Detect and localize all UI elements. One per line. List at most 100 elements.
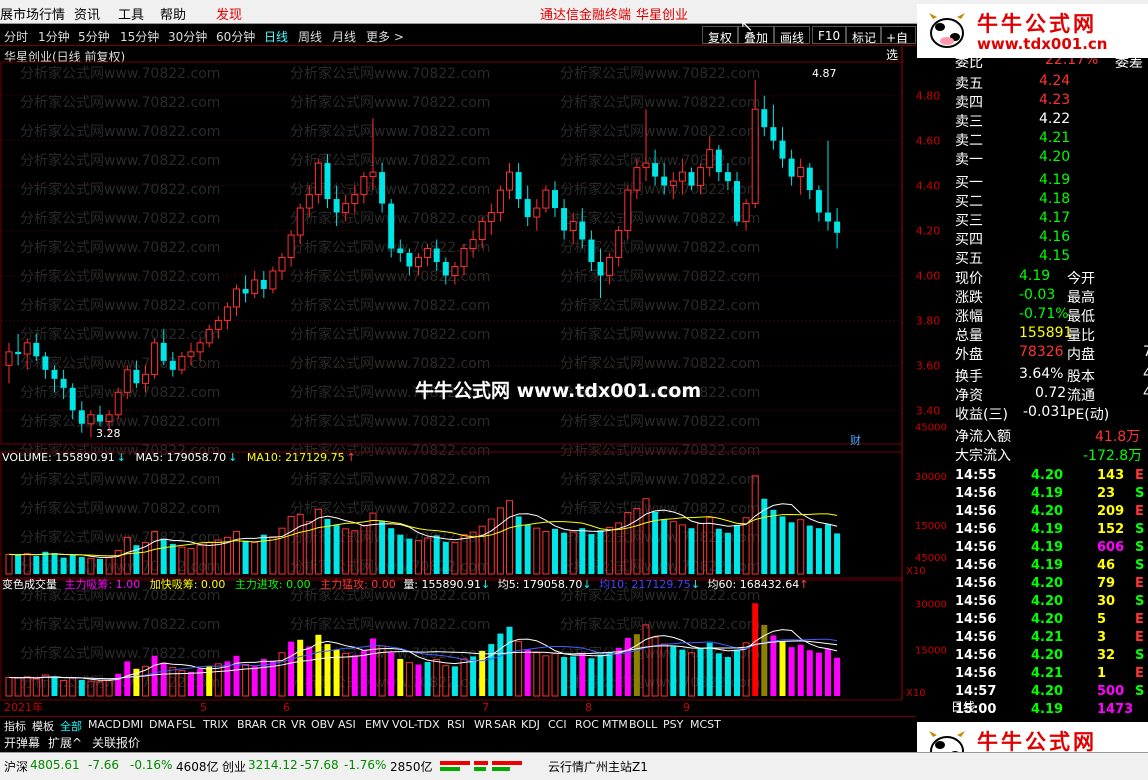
volume-bar-down (169, 543, 176, 574)
indicator-tab-fsl[interactable]: FSL (176, 718, 195, 731)
indicator-tab-macd[interactable]: MACD (88, 718, 121, 731)
candle-up (205, 328, 213, 344)
watermark-text: 分析家公式网www.70822.com (560, 500, 760, 517)
watermark-text: 分析家公式网www.70822.com (20, 94, 220, 111)
volume-bar-down (15, 555, 22, 574)
candle-down (333, 199, 340, 213)
indicator-bar (715, 653, 722, 696)
candle-up (742, 203, 750, 223)
watermark-text: 分析家公式网www.70822.com (560, 471, 760, 488)
indicator-tab-wr[interactable]: WR (474, 718, 493, 731)
watermark-text: 分析家公式网www.70822.com (290, 471, 490, 488)
cai-label[interactable]: 财 (850, 433, 861, 447)
extra-tab-bar: 开弹幕 扩展^ 关联报价 (0, 733, 916, 750)
candle-up (269, 270, 277, 290)
indicator-bar (606, 652, 613, 696)
indicator-bar (397, 658, 404, 696)
volume-bar-down (406, 538, 413, 574)
indicator-tab-cr[interactable]: CR (271, 718, 286, 731)
candle-up (233, 288, 240, 308)
volume-axis-label: X10 (906, 566, 926, 577)
indicator-bar (151, 655, 158, 696)
indicator-bar (570, 656, 577, 696)
low-price-label: 3.28 (96, 427, 121, 440)
candle-up (615, 230, 623, 258)
volume-bar-down (825, 524, 831, 574)
indicator-bar (624, 637, 631, 696)
indicator-bar (697, 648, 704, 696)
candle-up (506, 171, 513, 191)
indicator-tab-sar[interactable]: SAR (494, 718, 516, 731)
indicator-bar (488, 644, 495, 696)
indicator-tab-rsi[interactable]: RSI (447, 718, 465, 731)
indicator-tab-vol-tdx[interactable]: VOL-TDX (392, 718, 440, 731)
volume-axis-label: 15000 (915, 521, 947, 532)
volume-bar-down (715, 528, 722, 574)
cow-icon (929, 13, 965, 48)
indicator-bar (588, 658, 595, 696)
indicator-tab-kdj[interactable]: KDJ (521, 718, 540, 731)
kline-chart[interactable]: 分析家公式网www.70822.com 分析家公式网www.70822.com 分析… (0, 0, 951, 716)
price-axis-label: 4.00 (916, 269, 941, 282)
tick-row: 14:57 4.20 500 S (955, 684, 1145, 699)
candle-down (815, 190, 822, 213)
tick-row: 14:56 4.20 5 E (955, 612, 1144, 627)
indicator-tab-dma[interactable]: DMA (149, 718, 175, 731)
danmaku-button[interactable]: 开弹幕 (4, 734, 40, 751)
volume-bar-down (160, 538, 167, 574)
tick-row: 14:56 4.19 606 S (955, 540, 1145, 555)
volume-bar-down (333, 524, 340, 574)
volume-bar-down (724, 532, 731, 574)
watermark-text: 分析家公式网www.70822.com (290, 326, 490, 343)
watermark-text: 分析家公式网www.70822.com (560, 65, 760, 82)
candle-down (42, 356, 49, 370)
volume-bar-down (242, 540, 249, 574)
related-quote-button[interactable]: 关联报价 (92, 734, 140, 751)
candle-up (196, 342, 204, 353)
quote-row: 外盘 78326 内盘 7 (955, 344, 1148, 363)
tick-row: 14:56 4.19 46 S (955, 558, 1145, 573)
tick-row: 15:00 4.19 1473 (955, 702, 1134, 717)
indicator-tab-指标[interactable]: 指标 (4, 718, 26, 734)
indicator-bar (542, 655, 550, 697)
indicator-tab-roc[interactable]: ROC (575, 718, 599, 731)
indicator-tab-dmi[interactable]: DMI (122, 718, 143, 731)
indicator-axis-label: 45000 (915, 553, 947, 564)
indicator-tab-trix[interactable]: TRIX (203, 718, 228, 731)
indicator-tab-模板[interactable]: 模板 (32, 718, 54, 734)
indicator-tab-asi[interactable]: ASI (338, 718, 356, 731)
candle-up (633, 167, 641, 191)
watermark-text: 分析家公式网www.70822.com (20, 471, 220, 488)
indicator-bar (806, 650, 813, 696)
indicator-bar (424, 662, 431, 696)
indicator-tab-boll[interactable]: BOLL (629, 718, 657, 731)
indicator-tab-psy[interactable]: PSY (663, 718, 683, 731)
indicator-bar (551, 652, 559, 697)
candle-up (797, 167, 805, 178)
indicator-tab-mcst[interactable]: MCST (690, 718, 721, 731)
indicator-tab-vr[interactable]: VR (291, 718, 306, 731)
candle-down (661, 176, 668, 186)
indicator-bar (724, 657, 731, 696)
indicator-tab-cci[interactable]: CCI (548, 718, 567, 731)
expand-button[interactable]: 扩展^ (48, 734, 82, 751)
candle-down (133, 369, 140, 384)
tick-row: 14:56 4.19 152 S (955, 522, 1145, 537)
indicator-tab-全部[interactable]: 全部 (60, 718, 82, 734)
indicator-tab-mtm[interactable]: MTM (602, 718, 628, 731)
indicator-bar (615, 647, 622, 696)
sell-row: 卖三 4.22 (955, 111, 1071, 130)
watermark-text: 分析家公式网www.70822.com (20, 239, 220, 256)
volume-bar-up (542, 530, 550, 575)
indicator-bar (233, 655, 240, 696)
indicator-tab-emv[interactable]: EMV (365, 718, 389, 731)
volume-bar-up (533, 527, 541, 575)
candle-up (706, 149, 714, 169)
volume-bar-down (78, 556, 85, 574)
candle-up (342, 203, 350, 214)
volume-axis-label: 30000 (915, 472, 947, 483)
candle-up (123, 369, 131, 393)
indicator-tab-brar[interactable]: BRAR (237, 718, 267, 731)
indicator-bar (825, 649, 831, 696)
indicator-tab-obv[interactable]: OBV (311, 718, 334, 731)
